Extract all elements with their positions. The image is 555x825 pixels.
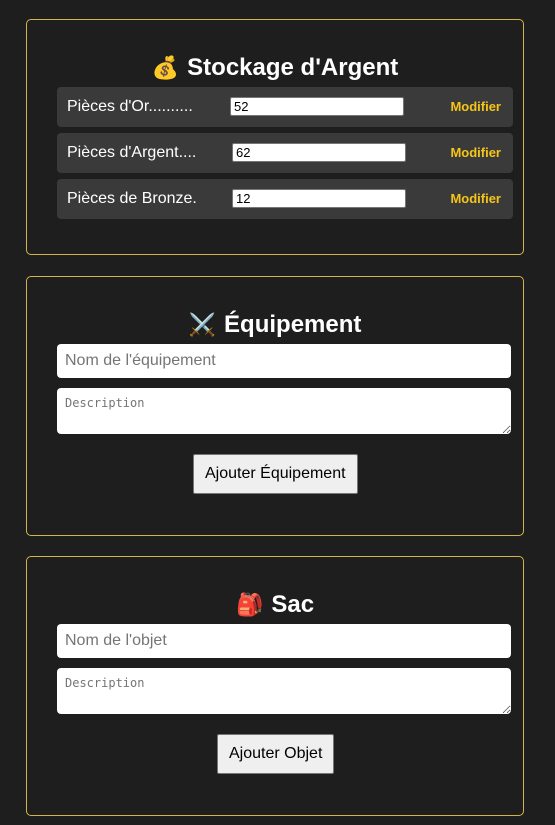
bronze-coins-input[interactable] <box>232 189 406 208</box>
bag-item-description-input[interactable] <box>57 668 511 714</box>
silver-coins-label: Pièces d'Argent.... <box>67 144 197 161</box>
crossed-swords-icon: ⚔️ <box>188 312 217 337</box>
money-bag-icon: 💰 <box>151 55 180 80</box>
gold-coins-label: Pièces d'Or.......... <box>67 98 193 115</box>
bronze-coins-modify-button[interactable]: Modifier <box>450 191 501 206</box>
money-storage-title-text: Stockage d'Argent <box>187 54 399 81</box>
add-equipment-button[interactable]: Ajouter Équipement <box>193 454 358 494</box>
bronze-coins-label: Pièces de Bronze. <box>67 190 197 207</box>
bronze-coins-row: Pièces de Bronze. Modifier <box>57 179 513 219</box>
equipment-panel: ⚔️ Équipement Ajouter Équipement <box>26 276 524 536</box>
bag-title-text: Sac <box>271 591 315 618</box>
equipment-title: ⚔️ Équipement <box>27 311 523 339</box>
silver-coins-input[interactable] <box>232 143 406 162</box>
equipment-description-input[interactable] <box>57 388 511 434</box>
money-storage-title: 💰 Stockage d'Argent <box>27 54 523 82</box>
bag-item-name-input[interactable] <box>57 624 511 658</box>
gold-coins-row: Pièces d'Or.......... Modifier <box>57 87 513 127</box>
bag-panel: 🎒 Sac Ajouter Objet <box>26 556 524 816</box>
equipment-name-input[interactable] <box>57 344 511 378</box>
silver-coins-modify-button[interactable]: Modifier <box>450 145 501 160</box>
gold-coins-modify-button[interactable]: Modifier <box>450 99 501 114</box>
add-item-button[interactable]: Ajouter Objet <box>217 734 335 774</box>
gold-coins-input[interactable] <box>230 97 404 116</box>
silver-coins-row: Pièces d'Argent.... Modifier <box>57 133 513 173</box>
backpack-icon: 🎒 <box>235 592 264 617</box>
bag-title: 🎒 Sac <box>27 591 523 619</box>
equipment-title-text: Équipement <box>224 311 362 338</box>
money-storage-panel: 💰 Stockage d'Argent Pièces d'Or.........… <box>26 19 524 255</box>
